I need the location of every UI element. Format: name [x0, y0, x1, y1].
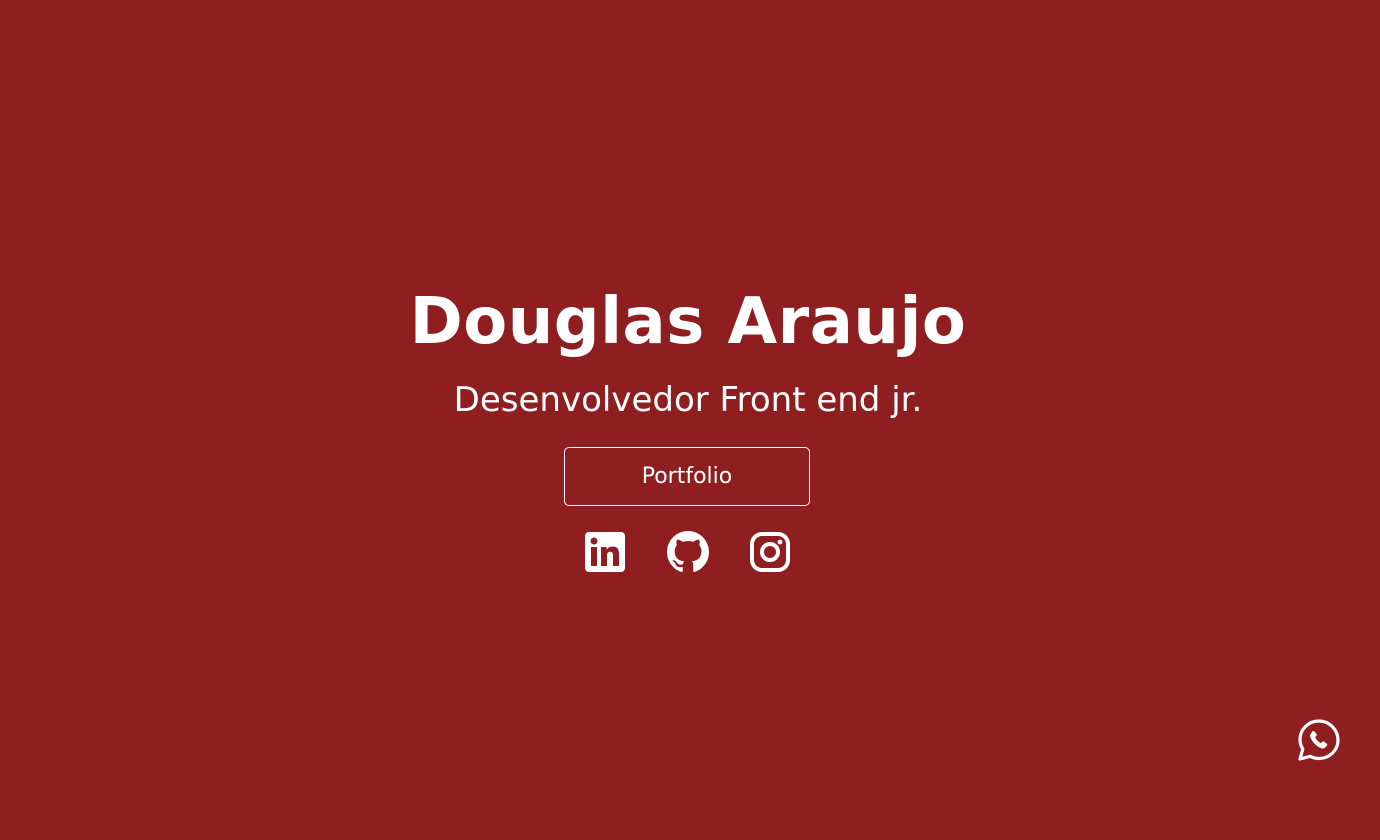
- instagram-link[interactable]: [749, 531, 791, 573]
- linkedin-icon: [584, 531, 626, 573]
- linkedin-link[interactable]: [584, 531, 626, 573]
- whatsapp-icon: [1297, 718, 1341, 762]
- whatsapp-button[interactable]: [1297, 718, 1341, 762]
- page-subtitle: Desenvolvedor Front end jr.: [453, 380, 923, 420]
- hero-section: Douglas Araujo Desenvolvedor Front end j…: [0, 0, 1380, 840]
- github-icon: [667, 531, 709, 573]
- portfolio-button[interactable]: Portfolio: [564, 447, 810, 506]
- instagram-icon: [749, 531, 791, 573]
- portfolio-button-label: Portfolio: [641, 464, 733, 489]
- page-title: Douglas Araujo: [409, 285, 967, 359]
- github-link[interactable]: [667, 531, 709, 573]
